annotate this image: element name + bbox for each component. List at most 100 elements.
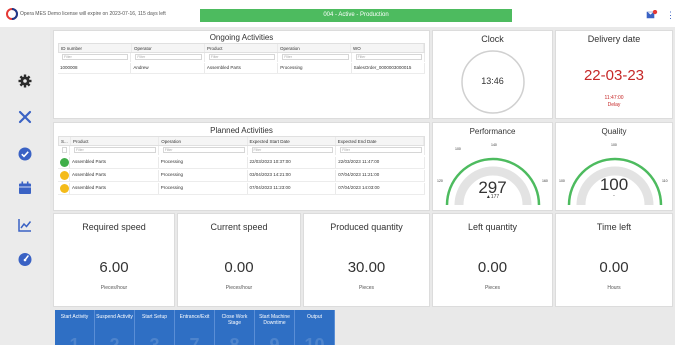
quality-value: 100 [599, 175, 629, 194]
filter-cell: Filter [248, 146, 337, 155]
table-cell: 07/04/2023 11:21:00 [336, 170, 425, 181]
filter-input[interactable]: Filter [74, 147, 156, 153]
table-cell: 1000008 [58, 63, 132, 73]
table-row[interactable]: Assembled Parts Processing 22/03/2023 10… [58, 157, 425, 169]
tools-icon[interactable] [17, 109, 33, 125]
column-header[interactable]: Expected End Date [336, 137, 424, 145]
column-header[interactable]: ID number [59, 44, 132, 52]
workstation-status-bar[interactable]: 004 - Active - Production [200, 9, 512, 22]
metric-value: 6.00 [99, 259, 129, 276]
start-machine-downtime-button[interactable]: Start Machine Downtime 9 [255, 310, 295, 345]
column-header[interactable]: Operation [278, 44, 351, 52]
planned-activities-panel: Planned Activities S... Product Operatio… [53, 122, 430, 211]
output-button[interactable]: Output 10 [295, 310, 335, 345]
opera-logo [6, 8, 18, 20]
suspend-activity-button[interactable]: Suspend Activity 2 [95, 310, 135, 345]
filter-cell: Filter [159, 146, 248, 155]
table-cell: Processing [159, 157, 248, 168]
chart-icon[interactable] [17, 217, 33, 233]
metric-unit: Pieces [358, 285, 374, 291]
button-label: Start Activity [60, 314, 89, 320]
table-cell: 22/03/2023 11:47:00 [336, 157, 425, 168]
status-yellow-icon [60, 184, 69, 193]
button-label: Entrance/Exit [179, 314, 210, 320]
gauge-tick: 100 [611, 143, 617, 147]
filter-input[interactable]: Filter [62, 54, 129, 60]
filter-input[interactable]: Filter [355, 54, 423, 60]
button-label: Close Work Stage [221, 314, 248, 326]
column-header[interactable]: Expected Start Date [248, 137, 336, 145]
table-row[interactable]: Assembled Parts Processing 03/04/2023 14… [58, 170, 425, 182]
status-green-icon [60, 158, 69, 167]
license-notice: Opera MES Demo license will expire on 20… [20, 11, 166, 17]
metric-value: 0.00 [477, 259, 508, 276]
column-header[interactable]: Product [71, 137, 160, 145]
filter-input[interactable]: Filter [135, 54, 202, 60]
filter-input[interactable]: Filter [340, 147, 422, 153]
column-header[interactable]: Operator [132, 44, 205, 52]
delivery-date-panel: Delivery date 22-03-23 11:47:00 Delay [555, 30, 673, 119]
delivery-date-value: 22-03-23 [583, 67, 645, 84]
status-cell [58, 183, 70, 194]
metric-unit: Pieces [484, 285, 500, 291]
filter-row: Filter Filter Filter Filter Filter [58, 53, 426, 62]
delivery-time: 11:47:00 [604, 95, 624, 101]
sidebar [0, 27, 50, 345]
status-yellow-icon [60, 171, 69, 180]
button-label: Start Machine Downtime [259, 314, 290, 326]
filter-cell: Filter [70, 146, 159, 155]
table-cell: Assembled Parts [70, 183, 159, 194]
button-label: Start Setup [141, 314, 167, 320]
filter-input[interactable] [62, 147, 67, 153]
notification-icon[interactable] [646, 10, 658, 20]
quality-panel: Quality 100 100 110 100 - [555, 122, 673, 211]
calendar-icon[interactable] [17, 180, 33, 196]
gear-icon[interactable] [17, 73, 33, 89]
table-cell: 22/03/2023 10:37:00 [248, 157, 337, 168]
check-circle-icon[interactable] [17, 146, 33, 162]
performance-title: Performance [469, 127, 516, 136]
metric-value: 0.00 [599, 259, 629, 276]
metric-unit: Hours [607, 285, 621, 291]
start-setup-button[interactable]: Start Setup 3 [135, 310, 175, 345]
column-header[interactable]: Operation [159, 137, 248, 145]
left-quantity-panel: Left quantity 0.00 Pieces [432, 213, 553, 307]
ongoing-activities-table: ID number Operator Product Operation WO … [58, 43, 426, 113]
filter-input[interactable]: Filter [282, 54, 349, 60]
clock-time: 13:46 [481, 76, 504, 86]
delivery-status: Delay [607, 102, 621, 108]
top-bar: Opera MES Demo license will expire on 20… [0, 0, 675, 27]
metric-value: 0.00 [224, 259, 254, 276]
table-cell: Assembled Parts [70, 170, 159, 181]
speedometer-icon[interactable] [17, 251, 33, 267]
filter-cell: Filter [205, 53, 279, 62]
table-cell: SalesOrder_0000003000015 [352, 63, 426, 73]
table-cell: 07/04/2023 11:23:00 [248, 183, 337, 194]
clock-title: Clock [481, 34, 504, 44]
start-activity-button[interactable]: Start Activity 1 [55, 310, 95, 345]
table-cell: Assembled Parts [70, 157, 159, 168]
performance-gauge [445, 157, 541, 206]
planned-activities-title: Planned Activities [210, 126, 273, 135]
status-cell [58, 157, 70, 168]
filter-input[interactable]: Filter [162, 147, 245, 153]
column-header[interactable]: Product [205, 44, 278, 52]
main-content: Ongoing Activities ID number Operator Pr… [50, 27, 675, 345]
current-speed-panel: Current speed 0.00 Pieces/hour [177, 213, 301, 307]
metric-label: Produced quantity [330, 222, 403, 232]
column-header[interactable]: S... [59, 137, 71, 145]
filter-cell: Filter [352, 53, 426, 62]
table-row[interactable]: 1000008 Andrew Assembled Parts Processin… [58, 63, 426, 74]
metric-value: 30.00 [347, 259, 386, 276]
table-row[interactable]: Assembled Parts Processing 07/04/2023 11… [58, 183, 425, 195]
table-header-row: S... Product Operation Expected Start Da… [58, 136, 425, 146]
filter-input[interactable]: Filter [208, 54, 276, 60]
entrance-exit-button[interactable]: Entrance/Exit 7 [175, 310, 215, 345]
close-work-stage-button[interactable]: Close Work Stage 8 [215, 310, 255, 345]
table-cell: Processing [159, 170, 248, 181]
required-speed-panel: Required speed 6.00 Pieces/hour [53, 213, 175, 307]
more-menu-icon[interactable]: ⋮ [666, 10, 675, 20]
time-left-panel: Time left 0.00 Hours [555, 213, 673, 307]
column-header[interactable]: WO [351, 44, 424, 52]
filter-input[interactable]: Filter [251, 147, 334, 153]
